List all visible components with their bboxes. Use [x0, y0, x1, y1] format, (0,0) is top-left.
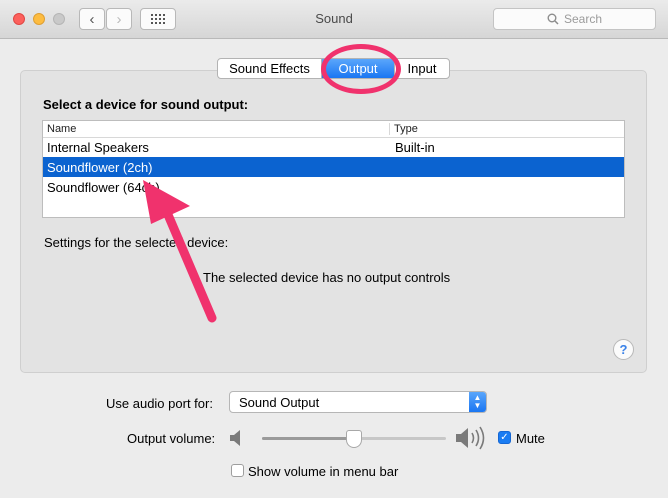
table-row-selected[interactable]: Soundflower (2ch)	[43, 157, 624, 177]
device-name: Internal Speakers	[47, 139, 149, 155]
device-name: Soundflower (64ch)	[47, 179, 160, 195]
search-icon	[547, 13, 559, 25]
tab-input[interactable]: Input	[394, 59, 449, 78]
volume-slider-fill	[262, 437, 354, 440]
device-list-heading: Select a device for sound output:	[43, 97, 249, 112]
speaker-high-icon	[456, 426, 485, 450]
show-volume-label: Show volume in menu bar	[248, 464, 399, 479]
speaker-low-icon	[230, 430, 240, 446]
audio-port-popup[interactable]: Sound Output ▲ ▼	[229, 391, 487, 413]
mute-label: Mute	[516, 431, 545, 446]
help-icon: ?	[619, 342, 628, 357]
popup-arrows-icon: ▲ ▼	[469, 392, 486, 412]
tab-sound-effects[interactable]: Sound Effects	[218, 59, 322, 78]
table-row[interactable]: Soundflower (64ch)	[43, 177, 624, 197]
audio-port-value: Sound Output	[239, 394, 320, 410]
column-header-type[interactable]: Type	[390, 123, 418, 135]
help-button[interactable]: ?	[613, 339, 634, 360]
annotation-circle	[321, 44, 401, 94]
output-volume-label: Output volume:	[127, 431, 216, 446]
no-controls-message: The selected device has no output contro…	[203, 270, 451, 285]
checkmark-icon: ✓	[500, 432, 509, 443]
audio-port-label: Use audio port for:	[106, 396, 213, 411]
column-header-name[interactable]: Name	[43, 123, 390, 135]
output-panel	[20, 70, 647, 373]
search-field[interactable]: Search	[493, 8, 656, 30]
mute-checkbox[interactable]: ✓	[498, 431, 511, 444]
settings-label: Settings for the selected device:	[44, 235, 229, 250]
search-placeholder: Search	[563, 12, 603, 26]
volume-slider-knob[interactable]	[346, 430, 362, 448]
table-row[interactable]: Internal Speakers Built-in	[43, 137, 624, 157]
table-header: Name Type	[43, 121, 624, 138]
device-table[interactable]: Name Type Internal Speakers Built-in Sou…	[42, 120, 625, 218]
show-volume-checkbox[interactable]	[231, 464, 244, 477]
device-name: Soundflower (2ch)	[47, 159, 153, 175]
device-type: Built-in	[395, 139, 435, 155]
